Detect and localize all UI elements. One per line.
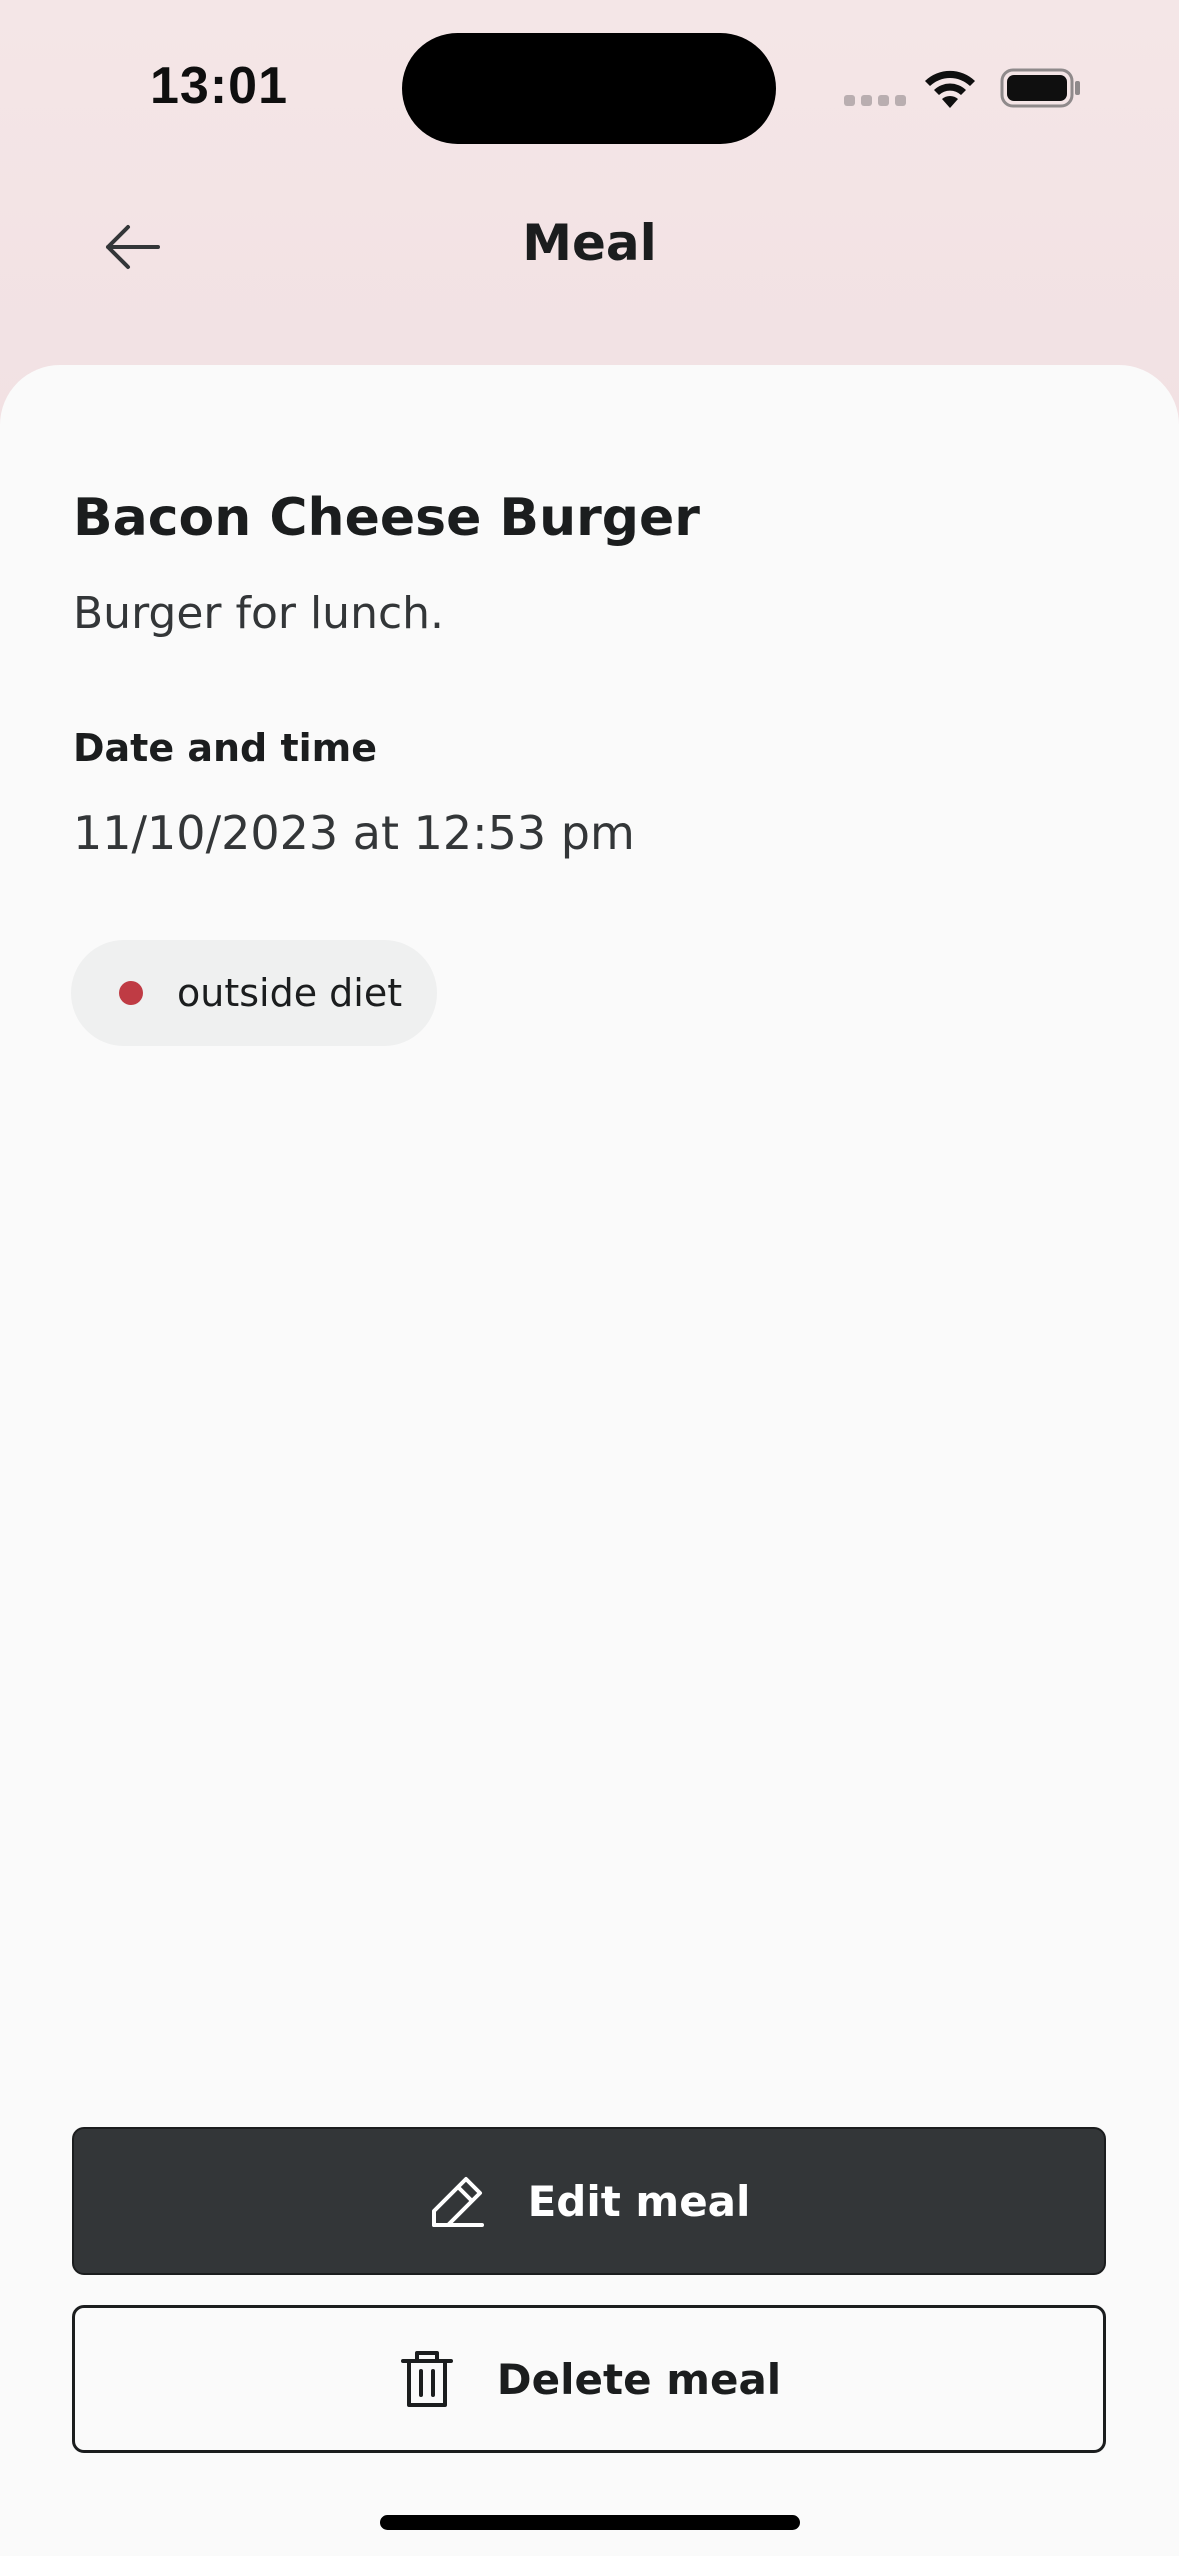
status-bar-time: 13:01: [150, 57, 288, 115]
home-indicator[interactable]: [380, 2515, 800, 2530]
diet-status-label: outside diet: [177, 971, 403, 1015]
trash-icon: [397, 2349, 457, 2409]
pencil-icon: [428, 2171, 488, 2231]
date-time-label: Date and time: [73, 726, 378, 770]
cellular-signal-icon: [844, 95, 906, 106]
wifi-icon: [925, 70, 975, 108]
status-dot-icon: [119, 981, 143, 1005]
meal-description: Burger for lunch.: [73, 588, 445, 639]
edit-meal-button[interactable]: Edit meal: [72, 2127, 1106, 2275]
edit-meal-label: Edit meal: [527, 2176, 751, 2226]
diet-status-tag: outside diet: [71, 940, 437, 1046]
battery-icon: [1000, 68, 1080, 108]
dynamic-island: [402, 33, 776, 144]
delete-meal-button[interactable]: Delete meal: [72, 2305, 1106, 2453]
meal-name: Bacon Cheese Burger: [73, 488, 700, 548]
date-time-value: 11/10/2023 at 12:53 pm: [73, 806, 635, 860]
page-title: Meal: [522, 214, 657, 272]
delete-meal-label: Delete meal: [496, 2354, 782, 2404]
